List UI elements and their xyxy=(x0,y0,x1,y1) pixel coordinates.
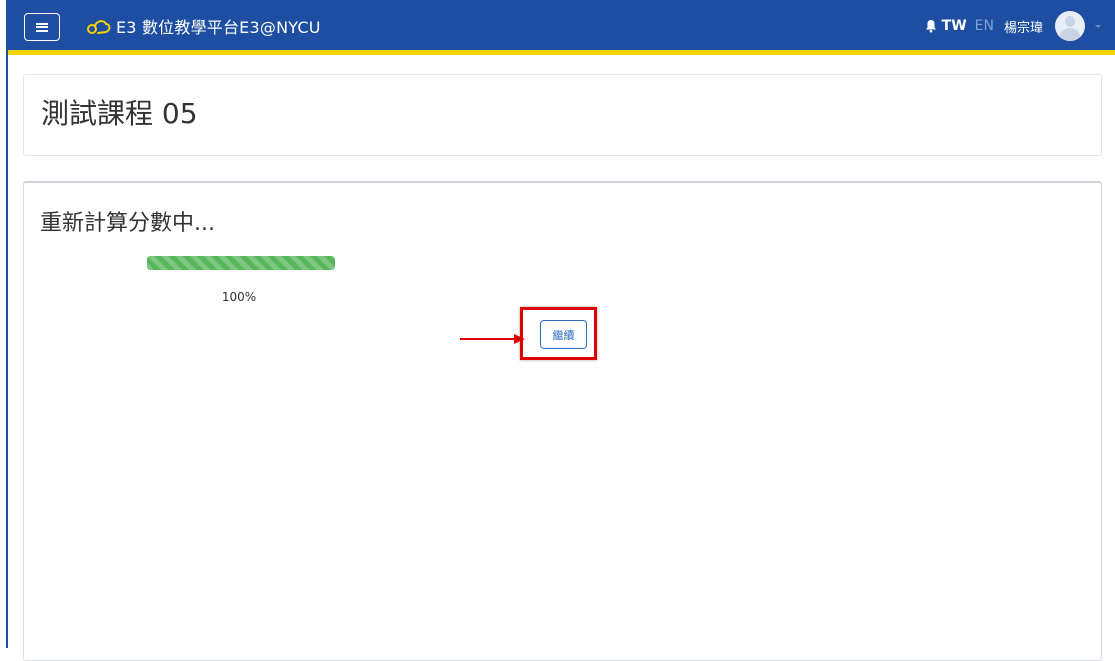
bell-icon[interactable] xyxy=(924,19,938,33)
brand-title: E3 數位教學平台E3@NYCU xyxy=(116,18,321,37)
user-name[interactable]: 楊宗瑋 xyxy=(1004,17,1043,36)
e3-logo-icon xyxy=(87,20,111,34)
menu-toggle-button[interactable] xyxy=(24,13,60,41)
window-left-edge xyxy=(6,0,8,648)
brand-link[interactable]: E3 數位教學平台E3@NYCU xyxy=(86,14,321,38)
course-title: 測試課程 05 xyxy=(41,97,198,130)
annotation-highlight-box xyxy=(520,307,597,360)
main-content-card: 重新計算分數中... 100% 繼續 xyxy=(23,181,1102,661)
progress-percent-label: 100% xyxy=(221,290,257,304)
top-navbar: E3 數位教學平台E3@NYCU TW EN 楊宗瑋 xyxy=(8,0,1115,55)
avatar-icon[interactable] xyxy=(1055,11,1085,41)
progress-bar-fill xyxy=(147,256,335,270)
arrow-icon xyxy=(460,334,525,344)
course-header-card: 測試課程 05 xyxy=(23,74,1102,156)
caret-down-icon[interactable] xyxy=(1095,24,1101,28)
progress-bar xyxy=(147,256,335,270)
language-en-link[interactable]: EN xyxy=(975,18,994,34)
recalculating-heading: 重新計算分數中... xyxy=(40,211,215,236)
menu-icon xyxy=(36,22,48,32)
language-tw-link[interactable]: TW xyxy=(942,18,967,34)
navbar-right: TW EN 楊宗瑋 xyxy=(924,9,1101,43)
